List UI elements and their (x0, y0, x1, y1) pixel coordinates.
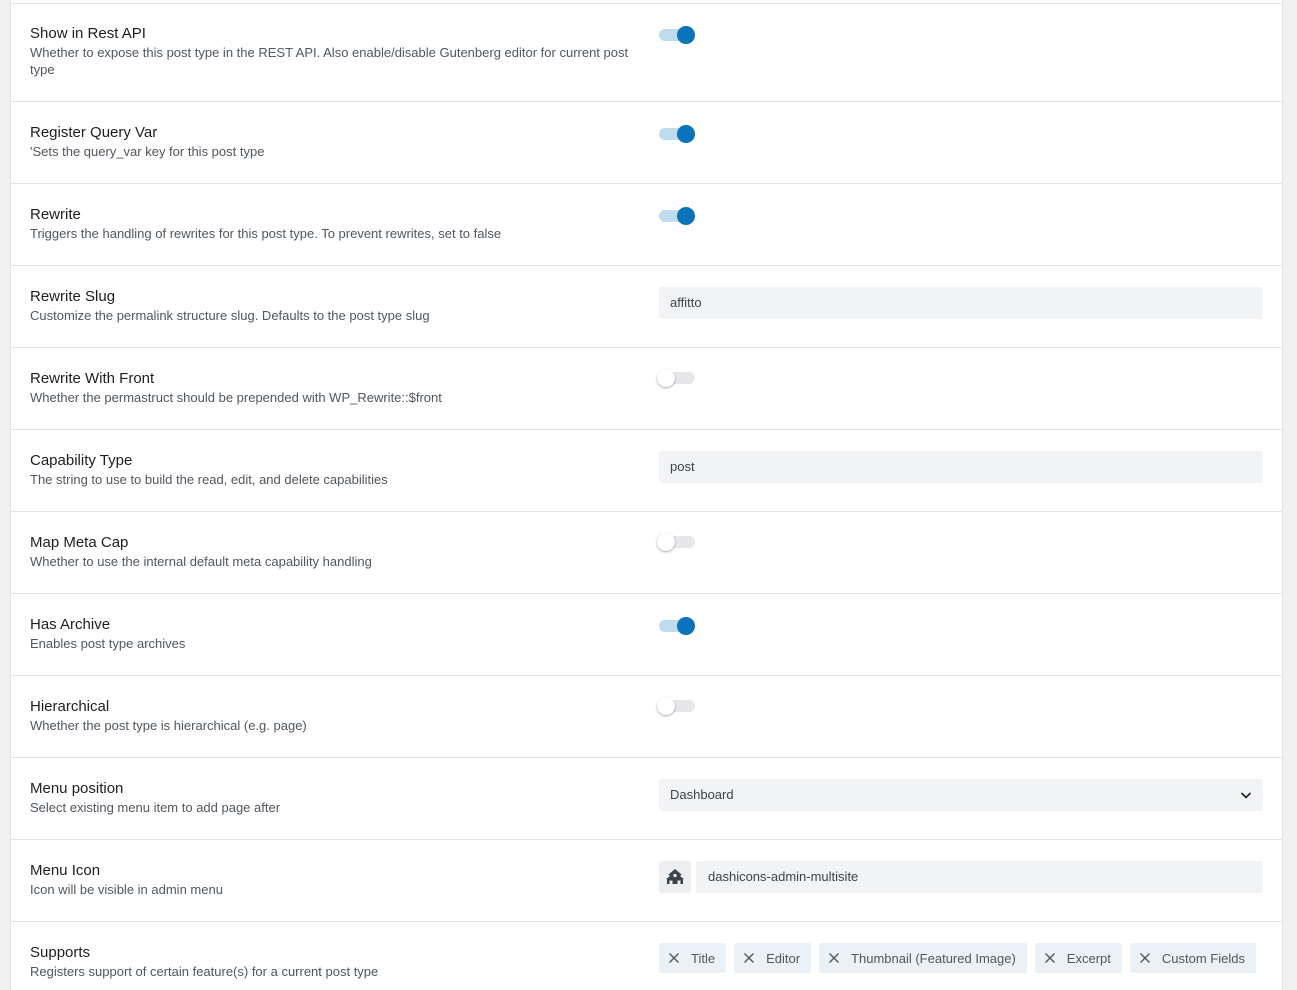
setting-label-group: Show in Rest API Whether to expose this … (30, 25, 640, 78)
setting-label-group: Rewrite With Front Whether the permastru… (30, 370, 640, 406)
setting-label: Map Meta Cap (30, 534, 129, 551)
supports-chip-label: Title (691, 950, 716, 966)
setting-label: Menu position (30, 780, 124, 797)
toggle-knob (677, 26, 695, 44)
menu-position-selected-value: Dashboard (670, 787, 734, 802)
setting-description: Whether the post type is hierarchical (e… (30, 718, 307, 733)
setting-row-rewrite: Rewrite Triggers the handling of rewrite… (11, 184, 1282, 266)
toggle-knob (657, 533, 675, 551)
capability-type-input[interactable]: post (659, 451, 1263, 483)
setting-description: Registers support of certain feature(s) … (30, 964, 379, 979)
menu-icon-picker: dashicons-admin-multisite (659, 861, 1263, 893)
setting-row-supports: Supports Registers support of certain fe… (11, 922, 1282, 990)
toggle-knob (657, 697, 675, 715)
setting-row-rewrite-slug: Rewrite Slug Customize the permalink str… (11, 266, 1282, 348)
setting-label: Hierarchical (30, 698, 110, 715)
supports-chip: Excerpt (1034, 943, 1122, 973)
supports-chip: Title (659, 943, 727, 973)
setting-row-hierarchical: Hierarchical Whether the post type is hi… (11, 676, 1282, 758)
toggle-knob (657, 369, 675, 387)
supports-chip-list: Title Editor Thumbnail (Featured Image) … (659, 943, 1256, 973)
setting-label-group: Rewrite Slug Customize the permalink str… (30, 288, 640, 324)
setting-description: The string to use to build the read, edi… (30, 472, 388, 487)
toggle-knob (677, 125, 695, 143)
setting-label: Supports (30, 944, 91, 961)
setting-description: Whether to use the internal default meta… (30, 554, 372, 569)
setting-label: Show in Rest API (30, 25, 146, 42)
remove-icon[interactable] (1044, 952, 1056, 964)
setting-row-capability-type: Capability Type The string to use to bui… (11, 430, 1282, 512)
setting-label-group: Has Archive Enables post type archives (30, 616, 640, 652)
map-meta-cap-toggle[interactable] (657, 530, 697, 551)
toggle-knob (677, 617, 695, 635)
setting-label-group: Rewrite Triggers the handling of rewrite… (30, 206, 640, 242)
setting-label: Rewrite (30, 206, 81, 223)
setting-label: Has Archive (30, 616, 111, 633)
setting-description: Whether the permastruct should be prepen… (30, 390, 442, 405)
rewrite-toggle[interactable] (659, 204, 697, 225)
setting-label: Capability Type (30, 452, 133, 469)
setting-label-group: Hierarchical Whether the post type is hi… (30, 698, 640, 734)
setting-label-group: Menu Icon Icon will be visible in admin … (30, 862, 640, 898)
setting-label-group: Capability Type The string to use to bui… (30, 452, 640, 488)
menu-position-select[interactable]: Dashboard (659, 779, 1263, 811)
toggle-knob (677, 207, 695, 225)
show-in-rest-toggle[interactable] (659, 23, 697, 44)
remove-icon[interactable] (828, 952, 840, 964)
supports-chip-label: Custom Fields (1161, 950, 1245, 966)
setting-label: Rewrite With Front (30, 370, 155, 387)
setting-row-has-archive: Has Archive Enables post type archives (11, 594, 1282, 676)
setting-label: Rewrite Slug (30, 288, 116, 305)
setting-row-show-in-rest: Show in Rest API Whether to expose this … (11, 4, 1282, 102)
setting-label-group: Register Query Var 'Sets the query_var k… (30, 124, 640, 160)
supports-chip-label: Excerpt (1066, 950, 1111, 966)
setting-label: Menu Icon (30, 862, 101, 879)
setting-row-menu-position: Menu position Select existing menu item … (11, 758, 1282, 840)
setting-label-group: Supports Registers support of certain fe… (30, 944, 640, 980)
setting-description: Select existing menu item to add page af… (30, 800, 281, 815)
setting-description: Icon will be visible in admin menu (30, 882, 223, 897)
chevron-down-icon (1240, 792, 1252, 799)
remove-icon[interactable] (668, 952, 680, 964)
supports-chip: Editor (734, 943, 812, 973)
hierarchical-toggle[interactable] (657, 694, 697, 715)
supports-chip: Custom Fields (1129, 943, 1256, 973)
setting-label: Register Query Var (30, 124, 158, 141)
remove-icon[interactable] (1139, 952, 1151, 964)
remove-icon[interactable] (743, 952, 755, 964)
setting-row-map-meta-cap: Map Meta Cap Whether to use the internal… (11, 512, 1282, 594)
setting-row-query-var: Register Query Var 'Sets the query_var k… (11, 102, 1282, 184)
rewrite-with-front-toggle[interactable] (657, 366, 697, 387)
supports-chip-label: Editor (766, 950, 801, 966)
setting-label-group: Menu position Select existing menu item … (30, 780, 640, 816)
menu-icon-input[interactable]: dashicons-admin-multisite (696, 861, 1263, 893)
icon-preview-button[interactable] (659, 861, 691, 893)
setting-description: Triggers the handling of rewrites for th… (30, 226, 502, 241)
setting-label-group: Map Meta Cap Whether to use the internal… (30, 534, 640, 570)
setting-description: Whether to expose this post type in the … (30, 45, 629, 77)
supports-chip-label: Thumbnail (Featured Image) (851, 950, 1016, 966)
post-type-settings-panel: Show in Rest API Whether to expose this … (10, 0, 1283, 990)
has-archive-toggle[interactable] (659, 614, 697, 635)
setting-description: Customize the permalink structure slug. … (30, 308, 430, 323)
setting-row-rewrite-with-front: Rewrite With Front Whether the permastru… (11, 348, 1282, 430)
supports-chip: Thumbnail (Featured Image) (819, 943, 1027, 973)
setting-row-menu-icon: Menu Icon Icon will be visible in admin … (11, 840, 1282, 922)
admin-multisite-icon (666, 869, 684, 884)
query-var-toggle[interactable] (659, 122, 697, 143)
rewrite-slug-input[interactable]: affitto (659, 287, 1263, 319)
setting-description: Enables post type archives (30, 636, 186, 651)
setting-description: 'Sets the query_var key for this post ty… (30, 144, 265, 159)
